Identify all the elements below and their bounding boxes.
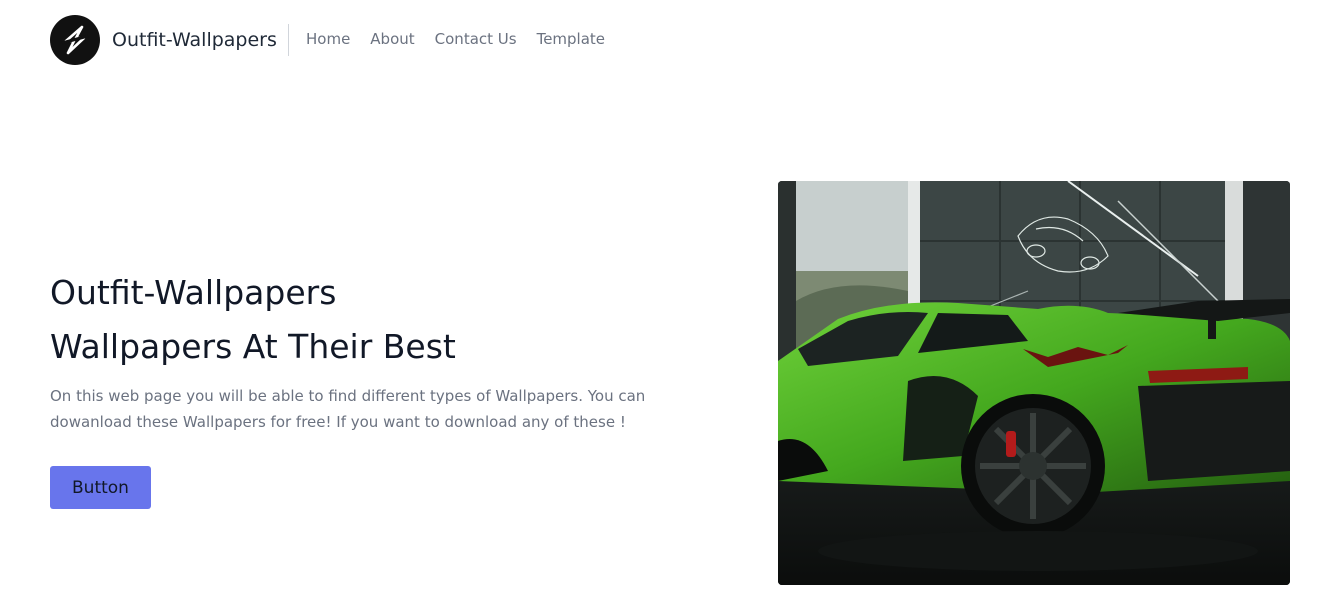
- hero-cta-button[interactable]: Button: [50, 466, 151, 509]
- nav-template[interactable]: Template: [537, 30, 605, 48]
- nav-about[interactable]: About: [370, 30, 414, 48]
- nav-home[interactable]: Home: [306, 30, 350, 48]
- brand-link[interactable]: Outfit-Wallpapers: [50, 15, 277, 65]
- hero-title-line-2: Wallpapers At Their Best: [50, 327, 456, 366]
- nav-divider: [288, 24, 289, 56]
- hero-image: [778, 181, 1290, 585]
- nav-contact-us[interactable]: Contact Us: [435, 30, 517, 48]
- hero-title: Outfit-Wallpapers Wallpapers At Their Be…: [50, 266, 690, 374]
- lightning-bolt-icon: [50, 15, 100, 65]
- hero-title-line-1: Outfit-Wallpapers: [50, 273, 337, 312]
- hero-description: On this web page you will be able to fin…: [50, 387, 646, 431]
- car-photo-illustration: [778, 181, 1290, 585]
- brand-name: Outfit-Wallpapers: [112, 29, 277, 51]
- site-header: Outfit-Wallpapers Home About Contact Us …: [0, 0, 1320, 82]
- main-nav: Home About Contact Us Template: [306, 30, 605, 48]
